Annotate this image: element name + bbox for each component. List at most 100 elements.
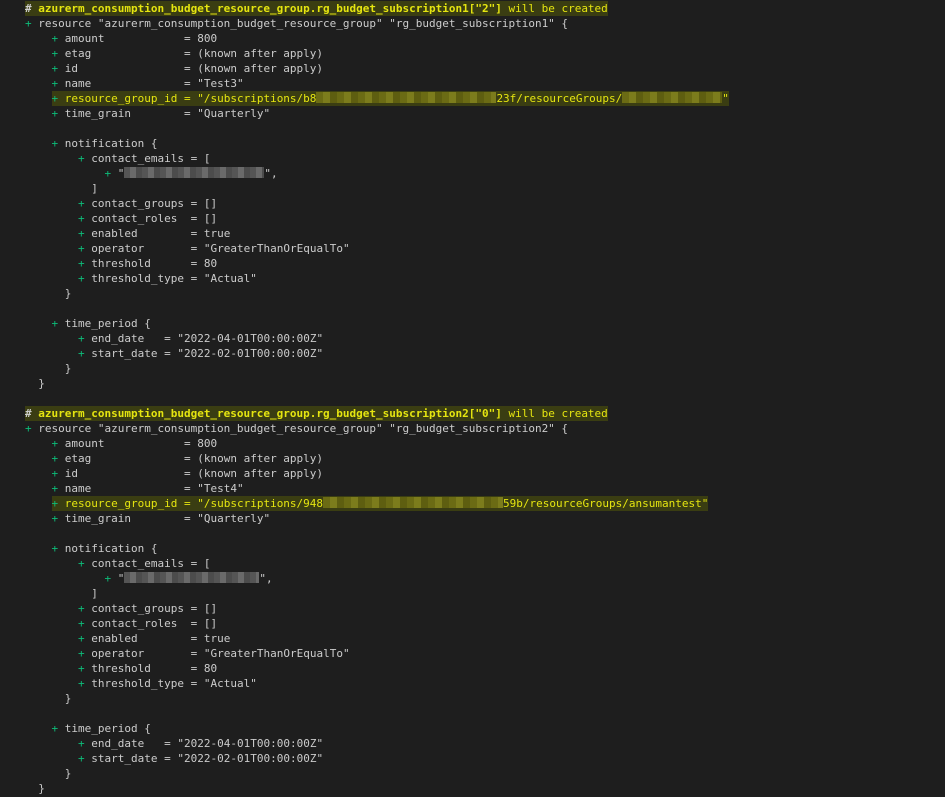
code-line: ]: [91, 586, 98, 601]
plus-marker: +: [78, 647, 92, 660]
code-line: + " ",: [105, 571, 273, 586]
code-text: end_date = "2022-04-01T00:00:00Z": [91, 332, 324, 345]
plus-marker: +: [51, 542, 65, 555]
plus-marker: +: [51, 62, 65, 75]
code-text: contact_roles = []: [91, 212, 218, 225]
code-text: }: [38, 377, 45, 390]
code-line: + id = (known after apply): [52, 466, 324, 481]
plus-marker: +: [78, 662, 92, 675]
plus-marker: +: [25, 17, 39, 30]
code-line: + notification {: [52, 136, 158, 151]
terminal-output: # azurerm_consumption_budget_resource_gr…: [0, 0, 945, 797]
plus-marker: +: [78, 347, 92, 360]
plus-marker: +: [78, 227, 92, 240]
plus-marker: +: [51, 92, 65, 105]
code-text: threshold = 80: [91, 662, 218, 675]
code-text: operator = "GreaterThanOrEqualTo": [91, 242, 350, 255]
plus-marker: +: [78, 602, 92, 615]
plus-marker: +: [51, 467, 65, 480]
plus-marker: +: [78, 332, 92, 345]
code-text: resource "azurerm_consumption_budget_res…: [38, 17, 569, 30]
code-text: enabled = true: [91, 227, 231, 240]
code-text: id = (known after apply): [64, 62, 324, 75]
code-text: time_period {: [64, 317, 151, 330]
code-line: + " ",: [105, 166, 278, 181]
code-line: }: [65, 361, 72, 376]
code-line: + amount = 800: [52, 31, 218, 46]
code-text: threshold_type = "Actual": [91, 677, 257, 690]
code-text: resource_group_id = "/subscriptions/948: [64, 497, 324, 510]
code-line: + etag = (known after apply): [52, 451, 324, 466]
code-text: contact_emails = [: [91, 152, 211, 165]
code-line: + name = "Test3": [52, 76, 244, 91]
code-text: start_date = "2022-02-01T00:00:00Z": [91, 347, 324, 360]
code-text: notification {: [64, 542, 158, 555]
code-text: id = (known after apply): [64, 467, 324, 480]
code-line: ]: [91, 181, 98, 196]
plus-marker: +: [78, 617, 92, 630]
code-text: amount = 800: [64, 32, 218, 45]
code-text: threshold = 80: [91, 257, 218, 270]
code-text: }: [38, 782, 45, 795]
plus-marker: +: [51, 722, 65, 735]
plus-marker: +: [25, 422, 39, 435]
redacted-block: [124, 167, 265, 178]
code-line: + end_date = "2022-04-01T00:00:00Z": [78, 331, 323, 346]
code-line: + start_date = "2022-02-01T00:00:00Z": [78, 751, 323, 766]
redacted-block: [316, 92, 497, 103]
code-text: 59b/resourceGroups/ansumantest": [503, 497, 709, 510]
code-text: contact_emails = [: [91, 557, 211, 570]
code-text: contact_roles = []: [91, 617, 218, 630]
code-line: + contact_groups = []: [78, 196, 217, 211]
code-text: operator = "GreaterThanOrEqualTo": [91, 647, 350, 660]
plus-marker: +: [51, 452, 65, 465]
code-line: + start_date = "2022-02-01T00:00:00Z": [78, 346, 323, 361]
plus-marker: +: [104, 572, 118, 585]
code-line: + contact_roles = []: [78, 616, 217, 631]
plus-marker: +: [78, 272, 92, 285]
plus-marker: +: [78, 737, 92, 750]
code-line: + threshold = 80: [78, 661, 217, 676]
code-text: }: [64, 692, 72, 705]
code-line: + enabled = true: [78, 631, 230, 646]
plus-marker: +: [51, 77, 65, 90]
code-line: + notification {: [52, 541, 158, 556]
code-text: ]: [91, 587, 98, 600]
plus-marker: +: [51, 107, 65, 120]
plus-marker: +: [51, 437, 65, 450]
code-text: etag = (known after apply): [64, 47, 324, 60]
code-text: ]: [91, 182, 98, 195]
plus-marker: +: [51, 512, 65, 525]
code-line: + etag = (known after apply): [52, 46, 324, 61]
comment-suffix: will be created: [501, 407, 608, 420]
plus-marker: +: [78, 632, 92, 645]
plus-marker: +: [51, 47, 65, 60]
code-text: start_date = "2022-02-01T00:00:00Z": [91, 752, 324, 765]
code-text: 23f/resourceGroups/: [496, 92, 623, 105]
plus-marker: +: [78, 752, 92, 765]
plus-marker: +: [51, 482, 65, 495]
code-text: ": [117, 572, 125, 585]
code-line: + contact_groups = []: [78, 601, 217, 616]
code-text: name = "Test4": [64, 482, 244, 495]
code-text: ",: [259, 572, 273, 585]
code-line: + contact_emails = [: [78, 151, 210, 166]
redacted-block: [124, 572, 260, 583]
plus-marker: +: [78, 257, 92, 270]
plus-marker: +: [51, 497, 65, 510]
code-line: }: [65, 691, 72, 706]
plus-marker: +: [78, 152, 92, 165]
plus-marker: +: [51, 317, 65, 330]
code-line: + threshold_type = "Actual": [78, 271, 257, 286]
code-line: + operator = "GreaterThanOrEqualTo": [78, 241, 350, 256]
code-line: + resource "azurerm_consumption_budget_r…: [25, 16, 568, 31]
code-text: resource_group_id = "/subscriptions/b8: [64, 92, 317, 105]
resource-address: azurerm_consumption_budget_resource_grou…: [38, 2, 502, 15]
code-text: etag = (known after apply): [64, 452, 324, 465]
resource-address: azurerm_consumption_budget_resource_grou…: [38, 407, 502, 420]
code-line: + enabled = true: [78, 226, 230, 241]
code-line: + time_period {: [52, 721, 151, 736]
plus-marker: +: [78, 197, 92, 210]
code-text: contact_groups = []: [91, 602, 218, 615]
code-line: + contact_emails = [: [78, 556, 210, 571]
